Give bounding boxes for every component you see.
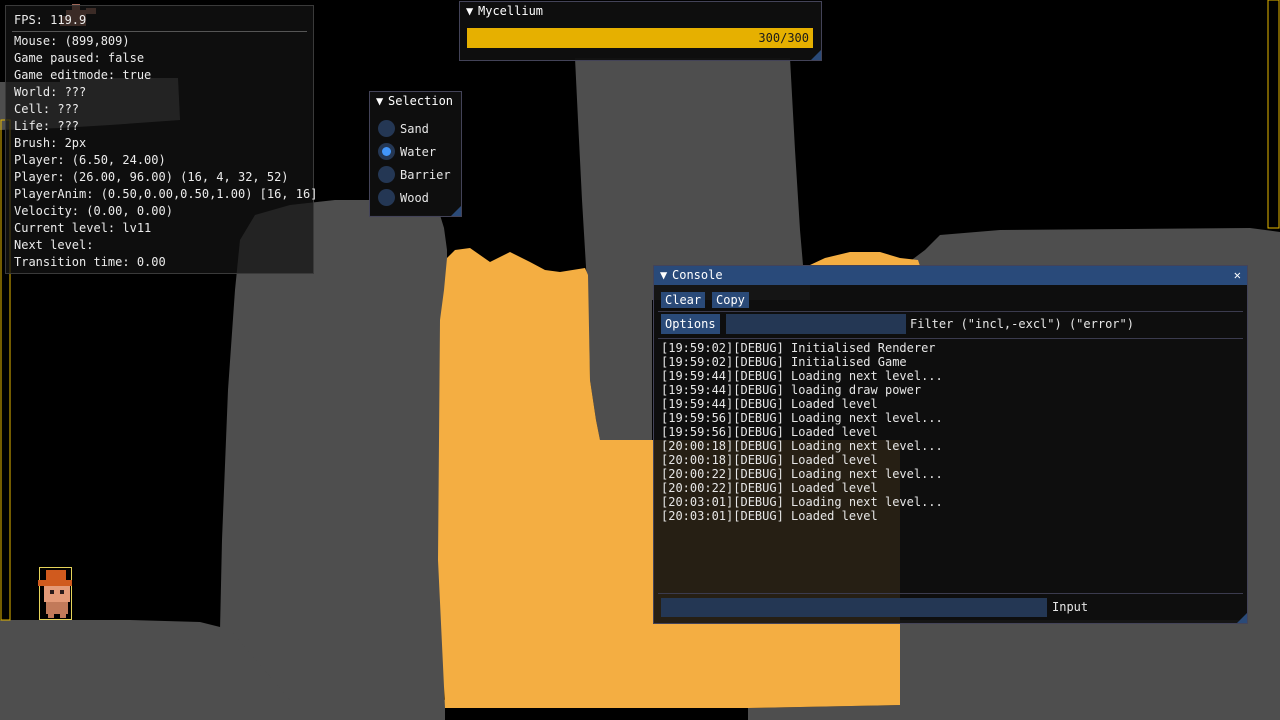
console-title: Console bbox=[672, 268, 723, 282]
selection-titlebar[interactable]: ▼ Selection bbox=[370, 92, 461, 111]
radio-sand-circle[interactable] bbox=[378, 120, 395, 137]
log-line: [19:59:02][DEBUG] Initialised Renderer bbox=[661, 341, 936, 355]
log-line: [19:59:44][DEBUG] Loading next level... bbox=[661, 369, 943, 383]
console-filter-divider bbox=[658, 338, 1243, 339]
log-line: [19:59:02][DEBUG] Initialised Game bbox=[661, 355, 907, 369]
selection-title: Selection bbox=[388, 94, 454, 108]
console-window[interactable]: ▼ Console ✕ Clear Copy Options Filter ("i… bbox=[653, 265, 1248, 624]
debug-editmode: Game editmode: true bbox=[14, 68, 152, 82]
console-input-divider bbox=[658, 593, 1243, 594]
radio-barrier-label: Barrier bbox=[400, 168, 451, 182]
log-line: [20:03:01][DEBUG] Loaded level bbox=[661, 509, 878, 523]
player-hair bbox=[46, 570, 66, 580]
collapse-arrow-icon[interactable]: ▼ bbox=[376, 92, 388, 111]
log-line: [19:59:44][DEBUG] Loaded level bbox=[661, 397, 878, 411]
log-line: [19:59:56][DEBUG] Loaded level bbox=[661, 425, 878, 439]
mycellium-title: Mycellium bbox=[478, 4, 544, 18]
debug-player-pos: Player: (6.50, 24.00) bbox=[14, 153, 166, 167]
mycellium-progress-text: 300/300 bbox=[758, 31, 809, 45]
debug-divider bbox=[12, 31, 307, 32]
collapse-arrow-icon[interactable]: ▼ bbox=[466, 2, 478, 21]
debug-fps: FPS: 119.9 bbox=[14, 13, 87, 27]
selection-window[interactable]: ▼ Selection Sand Water Barrier Wood bbox=[369, 91, 462, 217]
level-bound-right bbox=[1267, 0, 1280, 229]
player-leg-right bbox=[60, 614, 66, 618]
radio-sand-label: Sand bbox=[400, 122, 429, 136]
debug-overlay: FPS: 119.9 Mouse: (899,809) Game paused:… bbox=[5, 5, 318, 274]
debug-life: Life: ??? bbox=[14, 119, 80, 133]
debug-current-level: Current level: lv11 bbox=[14, 221, 152, 235]
log-line: [20:00:22][DEBUG] Loaded level bbox=[661, 481, 878, 495]
debug-world: World: ??? bbox=[14, 85, 87, 99]
radio-water-circle[interactable] bbox=[378, 143, 395, 160]
debug-mouse: Mouse: (899,809) bbox=[14, 34, 130, 48]
clear-button[interactable]: Clear bbox=[661, 292, 706, 308]
log-line: [19:59:56][DEBUG] Loading next level... bbox=[661, 411, 943, 425]
player-eye-left bbox=[50, 590, 54, 594]
player-eye-right bbox=[60, 590, 64, 594]
debug-game-paused: Game paused: false bbox=[14, 51, 145, 65]
debug-cell: Cell: ??? bbox=[14, 102, 80, 116]
radio-wood-label: Wood bbox=[400, 191, 429, 205]
mycellium-titlebar[interactable]: ▼ Mycellium bbox=[460, 2, 821, 21]
log-line: [20:03:01][DEBUG] Loading next level... bbox=[661, 495, 943, 509]
debug-brush: Brush: 2px bbox=[14, 136, 87, 150]
console-titlebar[interactable]: ▼ Console ✕ bbox=[654, 266, 1247, 285]
radio-water-label: Water bbox=[400, 145, 437, 159]
log-line: [19:59:44][DEBUG] loading draw power bbox=[661, 383, 922, 397]
radio-barrier-circle[interactable] bbox=[378, 166, 395, 183]
debug-transition-time: Transition time: 0.00 bbox=[14, 255, 166, 269]
player-hat-brim bbox=[38, 580, 72, 586]
mycellium-resize-grip[interactable] bbox=[811, 50, 821, 60]
collapse-arrow-icon[interactable]: ▼ bbox=[660, 266, 672, 285]
mycellium-window[interactable]: ▼ Mycellium 300/300 bbox=[459, 1, 822, 61]
console-input[interactable] bbox=[661, 598, 1047, 617]
player-sprite bbox=[38, 570, 72, 618]
player-leg-left bbox=[48, 614, 54, 618]
options-button[interactable]: Options bbox=[661, 314, 720, 334]
mycellium-progress-bar: 300/300 bbox=[467, 28, 813, 48]
debug-velocity: Velocity: (0.00, 0.00) bbox=[14, 204, 173, 218]
selection-resize-grip[interactable] bbox=[451, 206, 461, 216]
radio-wood-circle[interactable] bbox=[378, 189, 395, 206]
log-line: [20:00:18][DEBUG] Loaded level bbox=[661, 453, 878, 467]
debug-next-level: Next level: bbox=[14, 238, 94, 252]
filter-label: Filter ("incl,-excl") ("error") bbox=[910, 317, 1134, 331]
log-line: [20:00:22][DEBUG] Loading next level... bbox=[661, 467, 943, 481]
filter-input[interactable] bbox=[726, 314, 906, 334]
copy-button[interactable]: Copy bbox=[712, 292, 749, 308]
player-body bbox=[46, 602, 68, 614]
terrain-left-hill bbox=[220, 200, 447, 700]
console-input-label: Input bbox=[1052, 600, 1089, 614]
log-line: [20:00:18][DEBUG] Loading next level... bbox=[661, 439, 943, 453]
console-resize-grip[interactable] bbox=[1237, 613, 1247, 623]
debug-player-rect: Player: (26.00, 96.00) (16, 4, 32, 52) bbox=[14, 170, 289, 184]
debug-player-anim: PlayerAnim: (0.50,0.00,0.50,1.00) [16, 1… bbox=[14, 187, 318, 201]
player-face bbox=[44, 586, 70, 602]
close-icon[interactable]: ✕ bbox=[1234, 266, 1241, 285]
console-toolbar-divider bbox=[658, 311, 1243, 312]
